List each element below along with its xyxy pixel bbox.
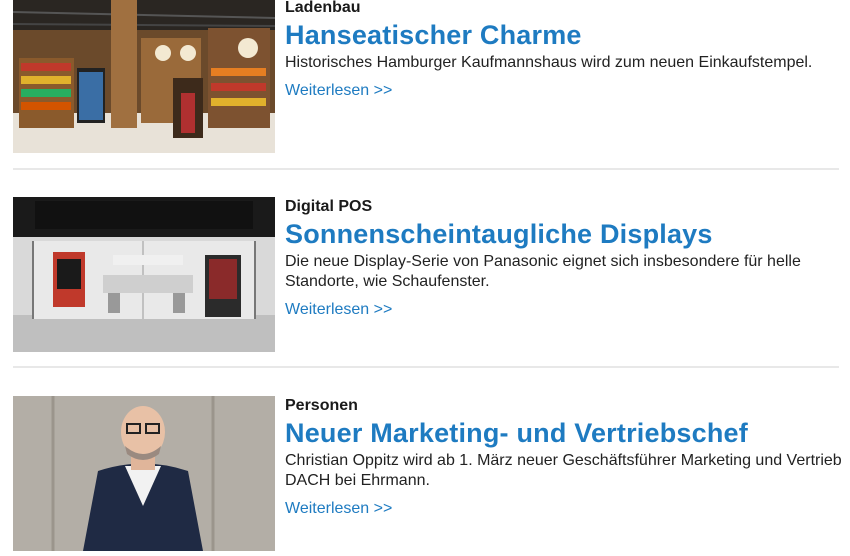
article-image-shopfront-displays[interactable] — [13, 197, 275, 352]
article-card: Ladenbau Hanseatischer Charme Historisch… — [13, 0, 839, 158]
article-text: Personen Neuer Marketing- und Vertriebsc… — [285, 396, 845, 519]
read-more-link[interactable]: Weiterlesen >> — [285, 300, 392, 320]
article-card: Digital POS Sonnenscheintaugliche Displa… — [13, 197, 839, 357]
article-category: Personen — [285, 397, 358, 414]
article-category: Ladenbau — [285, 0, 361, 16]
article-headline-link[interactable]: Neuer Marketing- und Vertriebschef — [285, 417, 845, 449]
divider — [13, 168, 839, 170]
article-teaser: Die neue Display-Serie von Panasonic eig… — [285, 253, 801, 290]
article-teaser: Historisches Hamburger Kaufmannshaus wir… — [285, 54, 813, 71]
article-teaser: Christian Oppitz wird ab 1. März neuer G… — [285, 452, 842, 489]
read-more-link[interactable]: Weiterlesen >> — [285, 499, 392, 519]
article-image-store-interior[interactable] — [13, 0, 275, 153]
article-text: Ladenbau Hanseatischer Charme Historisch… — [285, 0, 845, 101]
article-headline-link[interactable]: Hanseatischer Charme — [285, 19, 845, 51]
article-text: Digital POS Sonnenscheintaugliche Displa… — [285, 197, 845, 320]
article-category: Digital POS — [285, 198, 373, 215]
divider — [13, 366, 839, 368]
article-image-portrait[interactable] — [13, 396, 275, 551]
read-more-link[interactable]: Weiterlesen >> — [285, 81, 392, 101]
article-headline-link[interactable]: Sonnenscheintaugliche Displays — [285, 218, 845, 250]
article-card: Personen Neuer Marketing- und Vertriebsc… — [13, 396, 842, 556]
